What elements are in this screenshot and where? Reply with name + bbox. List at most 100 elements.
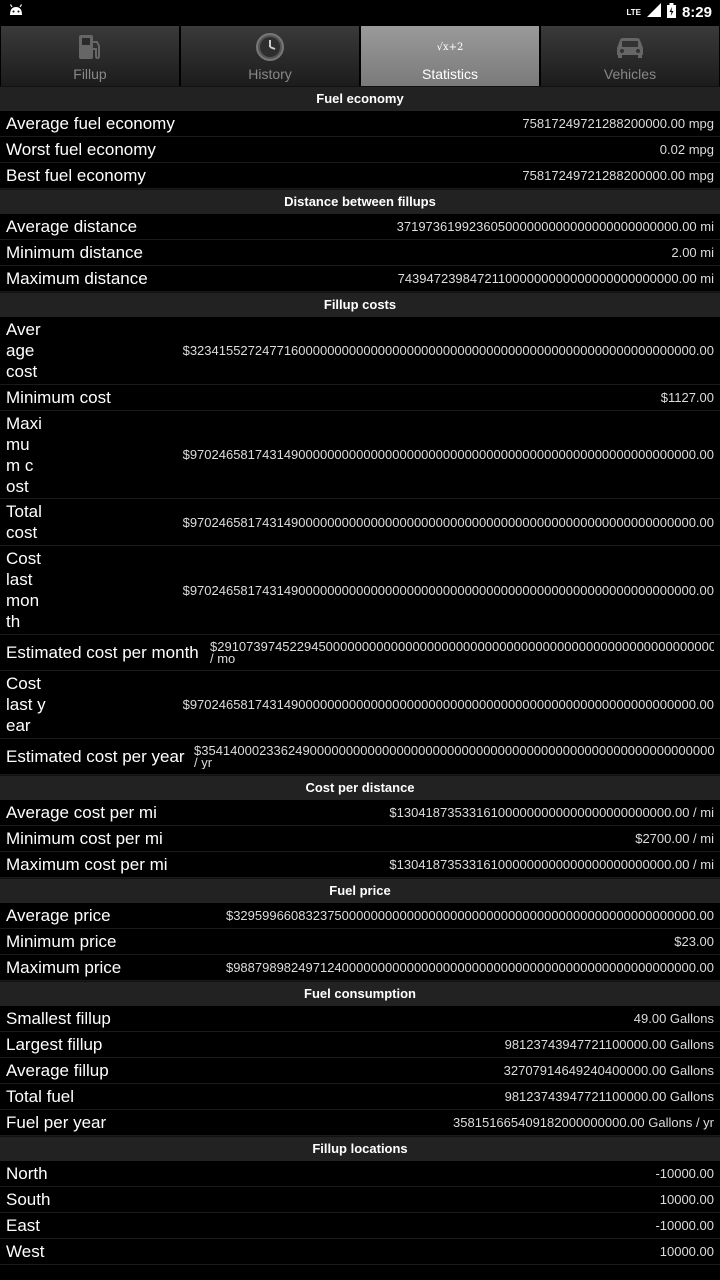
stat-label: Minimum cost [6, 387, 111, 407]
stat-value: 98123743947721100000.00 Gallons [504, 1089, 714, 1104]
stat-row: North -10000.00 [0, 1161, 720, 1187]
stat-row: Cost last year $9702465817431490000000000… [0, 671, 720, 739]
stat-label: Average price [6, 905, 111, 925]
stat-label: North [6, 1163, 48, 1183]
section-distance: Distance between fillups [0, 189, 720, 214]
stat-value: -10000.00 [655, 1218, 714, 1233]
stat-value: $1127.00 [660, 390, 714, 405]
stat-label: Cost last year [6, 674, 46, 735]
stat-value: 10000.00 [659, 1192, 714, 1207]
stat-value: 358151665409182000000000.00 Gallons / yr [453, 1115, 714, 1130]
stat-label: Estimated cost per year [6, 746, 185, 766]
stat-row: Minimum price $23.00 [0, 929, 720, 955]
stat-row: South 10000.00 [0, 1187, 720, 1213]
signal-icon [646, 3, 661, 21]
stat-label: Maximum cost [6, 413, 42, 496]
battery-icon [666, 2, 676, 22]
stat-label: Total fuel [6, 1086, 75, 1106]
stat-value: $988798982497124000000000000000000000000… [225, 960, 714, 975]
stat-label: Average distance [6, 216, 138, 236]
status-bar: LTE 8:29 [0, 0, 720, 24]
stat-value: 0.02 mpg [659, 142, 714, 157]
stat-row: Minimum distance 2.00 mi [0, 240, 720, 266]
stat-row: Minimum cost per mi $2700.00 / mi [0, 826, 720, 852]
stat-row: Best fuel economy 75817249721288200000.00… [0, 163, 720, 189]
stat-row: Average cost per mi $13041873533161000000… [0, 800, 720, 826]
stat-row: Total cost $97024658174314900000000000000… [0, 499, 720, 546]
android-notification-icon [8, 3, 24, 22]
stat-value: 371973619923605000000000000000000000000.… [396, 219, 714, 234]
stat-row: Worst fuel economy 0.02 mpg [0, 137, 720, 163]
car-icon [614, 30, 646, 64]
stat-label: Minimum distance [6, 242, 143, 262]
section-fillup-costs: Fillup costs [0, 292, 720, 317]
stat-value: $970246581743149000000000000000000000000… [182, 514, 714, 530]
stat-row: Average fuel economy 75817249721288200000… [0, 111, 720, 137]
clock-icon [255, 30, 285, 64]
stat-row: Fuel per year 358151665409182000000000.00… [0, 1110, 720, 1136]
tab-vehicles[interactable]: Vehicles [541, 26, 719, 86]
stat-label: Average cost per mi [6, 802, 157, 822]
stat-row: Average cost $323415527247716000000000000… [0, 317, 720, 385]
stat-row: Smallest fillup 49.00 Gallons [0, 1006, 720, 1032]
stat-value: $13041873533161000000000000000000000000.… [389, 805, 714, 820]
stat-label: Estimated cost per month [6, 642, 199, 662]
stat-value: 2.00 mi [671, 245, 714, 260]
stat-value: $970246581743149000000000000000000000000… [182, 447, 714, 462]
stat-value: $970246581743149000000000000000000000000… [182, 697, 714, 712]
formula-text: √x+2 [436, 41, 464, 53]
stat-label: Worst fuel economy [6, 139, 156, 159]
tab-fillup[interactable]: Fillup [1, 26, 179, 86]
network-type: LTE [626, 7, 641, 17]
formula-icon: √x+2 [437, 30, 464, 64]
stat-value: 75817249721288200000.00 mpg [522, 168, 714, 183]
stat-label: Smallest fillup [6, 1008, 111, 1028]
stat-label: Maximum price [6, 957, 122, 977]
stat-value: 32707914649240400000.00 Gallons [503, 1063, 714, 1078]
clock-time: 8:29 [681, 3, 712, 21]
stat-label: Largest fillup [6, 1034, 103, 1054]
stat-row: Maximum cost $970246581743149000000000000… [0, 411, 720, 499]
stat-label: Total cost [6, 502, 42, 542]
stat-row: Maximum distance 743947239847211000000000… [0, 266, 720, 292]
stat-label: South [6, 1189, 51, 1209]
stat-row: Cost last month $970246581743149000000000… [0, 546, 720, 635]
stat-row: Maximum price $98879898249712400000000000… [0, 955, 720, 981]
stat-value: $970246581743149000000000000000000000000… [182, 582, 714, 598]
tab-fillup-label: Fillup [73, 66, 107, 82]
tab-vehicles-label: Vehicles [603, 66, 657, 82]
stat-label: Minimum price [6, 931, 117, 951]
tab-statistics-label: Statistics [421, 66, 478, 82]
stat-value: $354140002336249000000000000000000000000… [194, 744, 714, 769]
stat-value: 98123743947721100000.00 Gallons [504, 1037, 714, 1052]
stat-row: Largest fillup 98123743947721100000.00 Ga… [0, 1032, 720, 1058]
stat-row: East -10000.00 [0, 1213, 720, 1239]
stat-row: Average price $32959966083237500000000000… [0, 903, 720, 929]
gas-pump-icon [75, 30, 105, 64]
stat-value: $323415527247716000000000000000000000000… [182, 343, 714, 358]
stat-label: Maximum cost per mi [6, 854, 168, 874]
tab-statistics[interactable]: √x+2 Statistics [361, 26, 539, 86]
stat-label: Maximum distance [6, 268, 148, 288]
stat-label: West [6, 1241, 45, 1261]
stat-label: Minimum cost per mi [6, 828, 163, 848]
stat-value: 10000.00 [659, 1244, 714, 1259]
stat-value: $2700.00 / mi [635, 831, 714, 846]
section-fuel-consumption: Fuel consumption [0, 981, 720, 1006]
stat-row: Minimum cost $1127.00 [0, 385, 720, 411]
stat-value: 49.00 Gallons [633, 1011, 714, 1026]
stat-row: West 10000.00 [0, 1239, 720, 1265]
stat-row: Estimated cost per month $291073974522945… [0, 635, 720, 671]
section-fillup-locations: Fillup locations [0, 1136, 720, 1161]
stat-label: East [6, 1215, 41, 1235]
stat-value: -10000.00 [655, 1166, 714, 1181]
stat-row: Total fuel 98123743947721100000.00 Gallon… [0, 1084, 720, 1110]
stat-value: $13041873533161000000000000000000000000.… [389, 857, 714, 872]
stat-label: Best fuel economy [6, 165, 146, 185]
stat-row: Maximum cost per mi $13041873533161000000… [0, 852, 720, 878]
stat-label: Average cost [6, 320, 41, 381]
tab-history[interactable]: History [181, 26, 359, 86]
tab-history-label: History [248, 66, 292, 82]
stat-value: 75817249721288200000.00 mpg [522, 116, 714, 131]
stat-value: 743947239847211000000000000000000000000.… [397, 271, 714, 286]
